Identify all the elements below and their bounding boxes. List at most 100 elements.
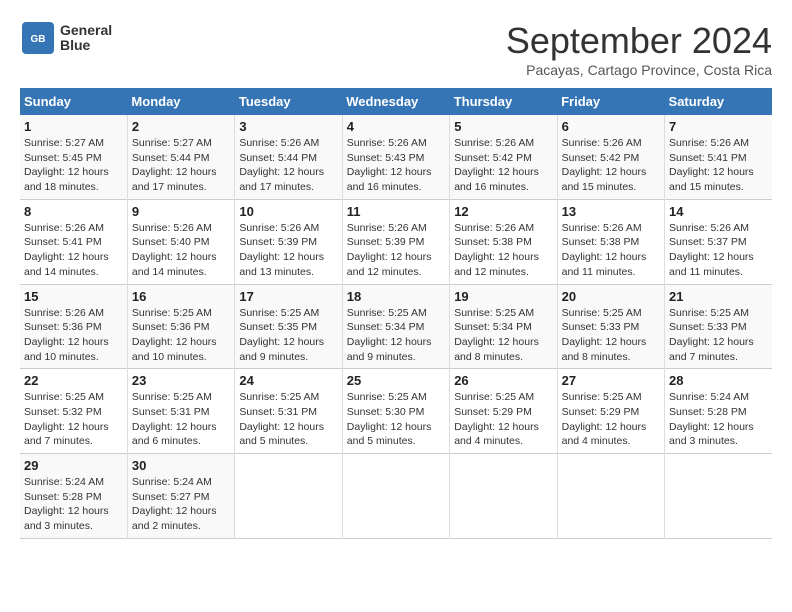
col-sunday: Sunday	[20, 88, 127, 115]
calendar-cell: 17 Sunrise: 5:25 AM Sunset: 5:35 PM Dayli…	[235, 284, 342, 369]
calendar-cell: 6 Sunrise: 5:26 AM Sunset: 5:42 PM Daylig…	[557, 115, 664, 199]
calendar-cell: 22 Sunrise: 5:25 AM Sunset: 5:32 PM Dayli…	[20, 369, 127, 454]
col-thursday: Thursday	[450, 88, 557, 115]
calendar-cell: 4 Sunrise: 5:26 AM Sunset: 5:43 PM Daylig…	[342, 115, 449, 199]
day-number: 19	[454, 289, 552, 304]
day-number: 27	[562, 373, 660, 388]
page-header: GB General Blue September 2024 Pacayas, …	[20, 20, 772, 78]
day-info: Sunrise: 5:26 AM Sunset: 5:39 PM Dayligh…	[347, 221, 445, 280]
calendar-cell: 18 Sunrise: 5:25 AM Sunset: 5:34 PM Dayli…	[342, 284, 449, 369]
day-number: 13	[562, 204, 660, 219]
day-number: 14	[669, 204, 768, 219]
day-info: Sunrise: 5:25 AM Sunset: 5:35 PM Dayligh…	[239, 306, 337, 365]
calendar-week-row: 1Sunrise: 5:27 AM Sunset: 5:45 PM Daylig…	[20, 115, 772, 199]
calendar-cell: 3Sunrise: 5:26 AM Sunset: 5:44 PM Daylig…	[235, 115, 342, 199]
calendar-cell: 30Sunrise: 5:24 AM Sunset: 5:27 PM Dayli…	[127, 454, 234, 539]
day-number: 17	[239, 289, 337, 304]
col-saturday: Saturday	[665, 88, 772, 115]
svg-text:GB: GB	[31, 34, 46, 45]
calendar-cell: 25Sunrise: 5:25 AM Sunset: 5:30 PM Dayli…	[342, 369, 449, 454]
day-number: 26	[454, 373, 552, 388]
calendar-cell: 27 Sunrise: 5:25 AM Sunset: 5:29 PM Dayli…	[557, 369, 664, 454]
location-subtitle: Pacayas, Cartago Province, Costa Rica	[506, 62, 772, 78]
col-monday: Monday	[127, 88, 234, 115]
day-info: Sunrise: 5:26 AM Sunset: 5:38 PM Dayligh…	[454, 221, 552, 280]
logo-text: General Blue	[60, 23, 112, 54]
day-number: 18	[347, 289, 445, 304]
day-number: 28	[669, 373, 768, 388]
calendar-cell: 2Sunrise: 5:27 AM Sunset: 5:44 PM Daylig…	[127, 115, 234, 199]
day-number: 8	[24, 204, 123, 219]
day-number: 12	[454, 204, 552, 219]
day-info: Sunrise: 5:26 AM Sunset: 5:41 PM Dayligh…	[669, 136, 768, 195]
calendar-table: Sunday Monday Tuesday Wednesday Thursday…	[20, 88, 772, 539]
day-number: 22	[24, 373, 123, 388]
col-tuesday: Tuesday	[235, 88, 342, 115]
day-number: 10	[239, 204, 337, 219]
day-info: Sunrise: 5:25 AM Sunset: 5:36 PM Dayligh…	[132, 306, 230, 365]
calendar-cell: 26 Sunrise: 5:25 AM Sunset: 5:29 PM Dayli…	[450, 369, 557, 454]
day-number: 24	[239, 373, 337, 388]
logo-icon: GB	[20, 20, 56, 56]
day-number: 1	[24, 119, 123, 134]
day-number: 15	[24, 289, 123, 304]
calendar-cell	[450, 454, 557, 539]
calendar-cell: 13 Sunrise: 5:26 AM Sunset: 5:38 PM Dayli…	[557, 199, 664, 284]
calendar-cell: 14 Sunrise: 5:26 AM Sunset: 5:37 PM Dayli…	[665, 199, 772, 284]
day-number: 3	[239, 119, 337, 134]
calendar-cell: 29Sunrise: 5:24 AM Sunset: 5:28 PM Dayli…	[20, 454, 127, 539]
month-title: September 2024	[506, 20, 772, 62]
calendar-cell: 19Sunrise: 5:25 AM Sunset: 5:34 PM Dayli…	[450, 284, 557, 369]
calendar-cell: 5 Sunrise: 5:26 AM Sunset: 5:42 PM Daylig…	[450, 115, 557, 199]
day-info: Sunrise: 5:25 AM Sunset: 5:34 PM Dayligh…	[347, 306, 445, 365]
calendar-cell: 8 Sunrise: 5:26 AM Sunset: 5:41 PM Daylig…	[20, 199, 127, 284]
day-info: Sunrise: 5:26 AM Sunset: 5:39 PM Dayligh…	[239, 221, 337, 280]
calendar-cell: 7 Sunrise: 5:26 AM Sunset: 5:41 PM Daylig…	[665, 115, 772, 199]
day-info: Sunrise: 5:26 AM Sunset: 5:43 PM Dayligh…	[347, 136, 445, 195]
day-number: 29	[24, 458, 123, 473]
calendar-week-row: 22 Sunrise: 5:25 AM Sunset: 5:32 PM Dayli…	[20, 369, 772, 454]
day-info: Sunrise: 5:24 AM Sunset: 5:28 PM Dayligh…	[669, 390, 768, 449]
logo-line2: Blue	[60, 38, 112, 53]
day-info: Sunrise: 5:25 AM Sunset: 5:29 PM Dayligh…	[454, 390, 552, 449]
calendar-cell: 23Sunrise: 5:25 AM Sunset: 5:31 PM Dayli…	[127, 369, 234, 454]
day-info: Sunrise: 5:25 AM Sunset: 5:31 PM Dayligh…	[132, 390, 230, 449]
day-number: 6	[562, 119, 660, 134]
day-number: 30	[132, 458, 230, 473]
col-friday: Friday	[557, 88, 664, 115]
calendar-cell: 20 Sunrise: 5:25 AM Sunset: 5:33 PM Dayli…	[557, 284, 664, 369]
day-info: Sunrise: 5:26 AM Sunset: 5:37 PM Dayligh…	[669, 221, 768, 280]
day-info: Sunrise: 5:26 AM Sunset: 5:38 PM Dayligh…	[562, 221, 660, 280]
day-number: 21	[669, 289, 768, 304]
calendar-cell: 15 Sunrise: 5:26 AM Sunset: 5:36 PM Dayli…	[20, 284, 127, 369]
calendar-cell	[665, 454, 772, 539]
calendar-cell: 28 Sunrise: 5:24 AM Sunset: 5:28 PM Dayli…	[665, 369, 772, 454]
day-info: Sunrise: 5:25 AM Sunset: 5:32 PM Dayligh…	[24, 390, 123, 449]
calendar-week-row: 29Sunrise: 5:24 AM Sunset: 5:28 PM Dayli…	[20, 454, 772, 539]
day-info: Sunrise: 5:26 AM Sunset: 5:41 PM Dayligh…	[24, 221, 123, 280]
logo-line1: General	[60, 23, 112, 38]
day-info: Sunrise: 5:26 AM Sunset: 5:42 PM Dayligh…	[562, 136, 660, 195]
day-number: 5	[454, 119, 552, 134]
day-number: 20	[562, 289, 660, 304]
calendar-cell: 9Sunrise: 5:26 AM Sunset: 5:40 PM Daylig…	[127, 199, 234, 284]
calendar-cell: 12 Sunrise: 5:26 AM Sunset: 5:38 PM Dayli…	[450, 199, 557, 284]
day-number: 7	[669, 119, 768, 134]
day-number: 25	[347, 373, 445, 388]
logo: GB General Blue	[20, 20, 112, 56]
day-info: Sunrise: 5:26 AM Sunset: 5:40 PM Dayligh…	[132, 221, 230, 280]
day-info: Sunrise: 5:25 AM Sunset: 5:29 PM Dayligh…	[562, 390, 660, 449]
day-number: 4	[347, 119, 445, 134]
calendar-cell: 11Sunrise: 5:26 AM Sunset: 5:39 PM Dayli…	[342, 199, 449, 284]
calendar-cell	[235, 454, 342, 539]
day-info: Sunrise: 5:26 AM Sunset: 5:42 PM Dayligh…	[454, 136, 552, 195]
day-info: Sunrise: 5:25 AM Sunset: 5:33 PM Dayligh…	[669, 306, 768, 365]
day-info: Sunrise: 5:26 AM Sunset: 5:36 PM Dayligh…	[24, 306, 123, 365]
calendar-cell: 24Sunrise: 5:25 AM Sunset: 5:31 PM Dayli…	[235, 369, 342, 454]
title-area: September 2024 Pacayas, Cartago Province…	[506, 20, 772, 78]
col-wednesday: Wednesday	[342, 88, 449, 115]
calendar-cell: 10 Sunrise: 5:26 AM Sunset: 5:39 PM Dayli…	[235, 199, 342, 284]
calendar-cell: 21 Sunrise: 5:25 AM Sunset: 5:33 PM Dayli…	[665, 284, 772, 369]
day-info: Sunrise: 5:25 AM Sunset: 5:33 PM Dayligh…	[562, 306, 660, 365]
day-number: 2	[132, 119, 230, 134]
